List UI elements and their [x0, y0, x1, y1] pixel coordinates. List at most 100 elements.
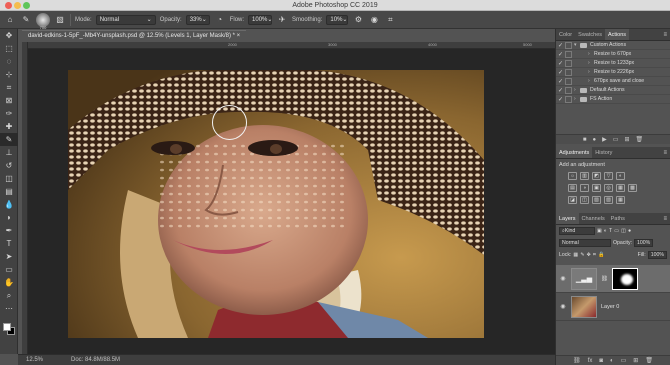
levels-icon[interactable]: ▥ — [580, 172, 589, 180]
tab-color[interactable]: Color — [556, 29, 575, 40]
document-tab[interactable]: david-edkins-1-5pF_-Mb4Y-unsplash.psd @ … — [22, 30, 247, 42]
color-balance-icon[interactable]: ◑ — [580, 184, 589, 192]
dodge-tool-icon[interactable]: ◗ — [0, 211, 18, 224]
invert-icon[interactable]: ◪ — [568, 196, 577, 204]
tab-history[interactable]: History — [592, 147, 615, 158]
path-select-tool-icon[interactable]: ➤ — [0, 250, 18, 263]
dialog-toggle-box[interactable] — [565, 50, 572, 58]
mode-select[interactable]: Normal ⌄ — [95, 14, 156, 25]
history-brush-tool-icon[interactable]: ↺ — [0, 159, 18, 172]
checkmark-icon[interactable]: ✓ — [556, 42, 565, 49]
layer-row-layer-0[interactable]: ◉ Layer 0 — [556, 293, 670, 321]
link-icon[interactable]: ⛓ — [601, 276, 608, 282]
airbrush-icon[interactable]: ✈ — [276, 14, 288, 26]
dialog-toggle-box[interactable] — [565, 68, 572, 76]
filter-smart-icon[interactable]: ◫ — [621, 228, 626, 234]
healing-brush-tool-icon[interactable]: ✚ — [0, 120, 18, 133]
more-tools-icon[interactable]: ⋯ — [0, 302, 18, 315]
vibrance-icon[interactable]: ◐ — [616, 172, 625, 180]
new-group-icon[interactable]: ▭ — [621, 357, 627, 364]
move-tool-icon[interactable]: ✥ — [0, 29, 18, 42]
type-tool-icon[interactable]: T — [0, 237, 18, 250]
filter-shape-icon[interactable]: ▭ — [614, 228, 619, 234]
brush-preset-picker[interactable]: 700 — [36, 12, 50, 30]
crop-tool-icon[interactable]: ⌗ — [0, 81, 18, 94]
layer-opacity-field[interactable]: 100% — [634, 239, 654, 247]
layer-row-levels[interactable]: ◉ ▁▃▅ ⛓ — [556, 265, 670, 293]
pressure-opacity-icon[interactable]: ◔ — [214, 14, 226, 26]
filter-toggle-icon[interactable]: ● — [628, 228, 631, 234]
zoom-tool-icon[interactable]: ⌕ — [0, 289, 18, 302]
link-layers-icon[interactable]: ⛓ — [573, 357, 581, 364]
filter-pixel-icon[interactable]: ▣ — [597, 228, 602, 234]
posterize-icon[interactable]: ◫ — [580, 196, 589, 204]
eye-icon[interactable]: ◉ — [559, 303, 567, 310]
lock-all-icon[interactable]: 🔒 — [598, 252, 604, 258]
lock-artboard-icon[interactable]: ⌗ — [593, 252, 596, 259]
color-lookup-icon[interactable]: ▩ — [628, 184, 637, 192]
action-set-row[interactable]: ✓ › FS Action — [556, 95, 670, 104]
channel-mixer-icon[interactable]: ▦ — [616, 184, 625, 192]
pen-tool-icon[interactable]: ✒ — [0, 224, 18, 237]
symmetry-icon[interactable]: ⌗ — [384, 14, 396, 26]
smoothing-field[interactable]: 10% ⌄ — [326, 14, 349, 25]
blur-tool-icon[interactable]: 💧 — [0, 198, 18, 211]
panel-menu-icon[interactable]: ≡ — [663, 216, 667, 222]
curves-icon[interactable]: ◩ — [592, 172, 601, 180]
checkmark-icon[interactable]: ✓ — [556, 78, 565, 85]
brush-tool-icon[interactable]: ✎ — [0, 133, 18, 146]
dialog-toggle-box[interactable] — [565, 77, 572, 85]
portrait-photo[interactable] — [68, 70, 484, 338]
tab-channels[interactable]: Channels — [579, 213, 608, 224]
dialog-toggle-box[interactable] — [565, 95, 572, 103]
stop-icon[interactable]: ■ — [583, 137, 587, 143]
action-set-row[interactable]: ✓ › Default Actions — [556, 86, 670, 95]
hue-saturation-icon[interactable]: ▤ — [568, 184, 577, 192]
brightness-contrast-icon[interactable]: ☼ — [568, 172, 577, 180]
brush-settings-icon[interactable]: ▧ — [54, 14, 66, 26]
flow-field[interactable]: 100% ⌄ — [248, 14, 272, 25]
checkmark-icon[interactable]: ✓ — [556, 60, 565, 67]
action-row[interactable]: ✓ › 670px save and close — [556, 77, 670, 86]
tab-swatches[interactable]: Swatches — [575, 29, 605, 40]
lock-pixels-icon[interactable]: ▦ — [573, 252, 578, 258]
layer-mask-thumbnail[interactable] — [611, 267, 638, 290]
fx-icon[interactable]: fx — [588, 358, 593, 364]
dialog-toggle-box[interactable] — [565, 59, 572, 67]
eye-icon[interactable]: ◉ — [559, 275, 567, 282]
lock-paint-icon[interactable]: ✎ — [580, 252, 584, 258]
lock-position-icon[interactable]: ✥ — [587, 252, 591, 258]
tab-paths[interactable]: Paths — [608, 213, 628, 224]
photo-filter-icon[interactable]: ◎ — [604, 184, 613, 192]
hand-tool-icon[interactable]: ✋ — [0, 276, 18, 289]
home-icon[interactable]: ⌂ — [4, 14, 16, 26]
lasso-tool-icon[interactable]: ◌ — [0, 55, 18, 68]
quick-select-tool-icon[interactable]: ⊹ — [0, 68, 18, 81]
action-row[interactable]: ✓ › Resize to 1233px — [556, 59, 670, 68]
filter-type-icon[interactable]: T — [609, 228, 612, 234]
action-row[interactable]: ✓ › Resize to 2226px — [556, 68, 670, 77]
brush-tool-icon[interactable]: ✎ — [20, 14, 32, 26]
panel-menu-icon[interactable]: ≡ — [663, 32, 667, 38]
new-set-icon[interactable]: ▭ — [613, 136, 619, 143]
tab-layers[interactable]: Layers — [556, 213, 579, 224]
new-adjustment-icon[interactable]: ◐ — [610, 358, 614, 364]
rectangle-tool-icon[interactable]: ▭ — [0, 263, 18, 276]
add-mask-icon[interactable]: ◙ — [599, 358, 603, 364]
eraser-tool-icon[interactable]: ◫ — [0, 172, 18, 185]
filter-adjustment-icon[interactable]: ◐ — [604, 228, 607, 234]
checkmark-icon[interactable]: ✓ — [556, 87, 565, 94]
action-row[interactable]: ✓ › Resize to 670px — [556, 50, 670, 59]
black-white-icon[interactable]: ▣ — [592, 184, 601, 192]
dialog-toggle-box[interactable] — [565, 86, 572, 94]
layer-kind-filter[interactable]: ⌕ Kind — [559, 227, 595, 235]
fill-field[interactable]: 100% — [647, 251, 667, 259]
checkmark-icon[interactable]: ✓ — [556, 96, 565, 103]
gradient-map-icon[interactable]: ▦ — [616, 196, 625, 204]
clone-stamp-tool-icon[interactable]: ⊥ — [0, 146, 18, 159]
trash-icon[interactable]: 🗑 — [635, 136, 643, 143]
play-icon[interactable]: ▶ — [602, 136, 607, 143]
eyedropper-tool-icon[interactable]: ✑ — [0, 107, 18, 120]
smoothing-settings-icon[interactable]: ⚙ — [352, 14, 364, 26]
checkmark-icon[interactable]: ✓ — [556, 69, 565, 76]
